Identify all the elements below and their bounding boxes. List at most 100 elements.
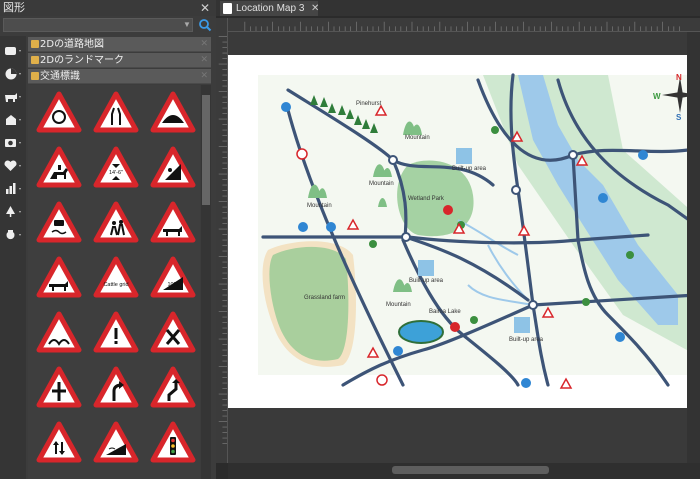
tree-icon [369,240,377,248]
folder-icon [31,40,39,48]
label-grassland-farm: Grassland farm [304,295,346,301]
road-narrows-sign-icon[interactable] [93,90,139,134]
library-scroll-thumb[interactable] [202,95,210,205]
close-icon[interactable]: ✕ [200,69,208,84]
tab-close-icon[interactable]: ✕ [311,1,319,16]
library-title: 図形 [0,0,216,16]
roundabout [388,155,398,165]
speed-limit-sign-icon [376,374,388,386]
uneven-road-sign-icon[interactable] [36,310,82,354]
pie-tool-icon[interactable] [3,65,23,83]
bike-lane-sign-icon [615,332,625,342]
horizontal-ruler [228,18,700,32]
junction-sign-icon[interactable] [36,365,82,409]
search-dropdown-icon[interactable]: ▼ [183,18,191,32]
roundabout [528,300,538,310]
building-tool-icon[interactable] [3,111,23,129]
compass-n: N [676,73,682,82]
camera-tool-icon[interactable] [3,134,23,152]
label-built-up-area: Built-up area [409,278,444,284]
roundabout [401,232,411,242]
label-mountain: Mountain [386,302,411,308]
steep-hill-sign-icon[interactable]: 10% [150,255,196,299]
heart-tool-icon[interactable] [3,157,23,175]
two-way-traffic-sign-icon[interactable] [36,420,82,464]
warning-sign-icon[interactable] [93,310,139,354]
close-icon[interactable]: ✕ [200,37,208,52]
category-toolstrip [0,36,26,479]
tree-icon [470,316,478,324]
quayside-sign-icon[interactable] [93,420,139,464]
tree-icon [626,251,634,259]
location-map [258,73,698,389]
roundabout [568,150,578,160]
slippery-road-sign-icon[interactable] [36,200,82,244]
animal-tool-icon[interactable] [3,88,23,106]
children-crossing-sign-icon[interactable] [93,200,139,244]
falling-rocks-sign-icon[interactable] [150,145,196,189]
bike-lane-sign-icon [298,222,308,232]
bend-right-sign-icon[interactable] [93,365,139,409]
no-entry-sign-icon [296,148,308,160]
close-icon[interactable]: ✕ [200,53,208,68]
tab-location-map[interactable]: Location Map 3 [220,1,318,16]
traffic-sign-gallery: 14'-6" Cattle grid 10% [28,85,200,479]
cattle-sign-icon[interactable] [150,200,196,244]
cattle-grid-sign-icon[interactable]: Cattle grid [93,255,139,299]
label-mountain: Mountain [369,181,394,187]
compass-w: W [653,92,661,101]
sign-text: Cattle grid [103,282,128,288]
building-icon [514,317,530,333]
direction-marker-icon [281,102,291,112]
roundabout-sign-icon[interactable] [36,90,82,134]
label-wetland-park: Wetland Park [408,196,444,202]
label-mountain: Mountain [405,135,430,141]
cow-sign-icon[interactable] [36,255,82,299]
hump-bridge-sign-icon[interactable] [150,90,196,134]
tree-icon [582,298,590,306]
stop-sign-icon [443,205,453,215]
category-traffic-signs[interactable]: 交通標識 ✕ [28,69,211,84]
folder-icon [31,56,39,64]
tree-tool-icon[interactable] [3,203,23,221]
rectangle-tool-icon[interactable] [3,42,23,60]
search-icon[interactable] [198,18,212,32]
direction-marker-icon [393,346,403,356]
vase-tool-icon[interactable] [3,226,23,244]
bike-lane-sign-icon [638,150,648,160]
horse-rider-sign-icon[interactable] [36,145,82,189]
traffic-signals-sign-icon[interactable] [150,420,196,464]
document-icon [223,3,232,14]
category-label: 2Dの道路地図 [40,39,105,50]
chart-tool-icon[interactable] [3,180,23,198]
label-built-up-area: Built-up area [452,166,487,172]
sign-text: 14'-6" [109,170,123,176]
crossroads-sign-icon[interactable] [150,310,196,354]
shape-library-panel: 図形 ✕ ▼ 2Dの道路地図 ✕ 2Dのランドマーク ✕ 交通標識 ✕ 14'-6" C… [0,0,216,479]
tree-icon [491,126,499,134]
height-limit-sign-icon[interactable]: 14'-6" [93,145,139,189]
bike-lane-sign-icon [521,378,531,388]
roundabout [511,185,521,195]
bike-lane-sign-icon [326,222,336,232]
library-search-input[interactable] [3,18,193,32]
folder-icon [31,72,39,80]
double-bend-sign-icon[interactable] [150,365,196,409]
category-label: 交通標識 [40,71,80,82]
baima-lake [398,320,444,344]
vertical-ruler [216,18,228,463]
sign-text: 10% [167,282,178,288]
label-built-up-area: Built-up area [509,337,544,343]
panel-close-icon[interactable]: ✕ [200,0,210,16]
label-pinehurst: Pinehurst [356,101,382,107]
horizontal-scroll-thumb[interactable] [392,466,549,474]
category-landmarks[interactable]: 2Dのランドマーク ✕ [28,53,211,68]
map-page[interactable]: Pinehurst Mountain Mountain Mountain Mou… [228,55,700,408]
label-baima-lake: Baima Lake [429,309,461,315]
label-mountain: Mountain [307,203,332,209]
category-road-map[interactable]: 2Dの道路地図 ✕ [28,37,211,52]
bike-lane-sign-icon [598,193,608,203]
vertical-scrollbar[interactable] [687,32,700,463]
building-icon [456,148,472,164]
category-label: 2Dのランドマーク [40,55,125,66]
